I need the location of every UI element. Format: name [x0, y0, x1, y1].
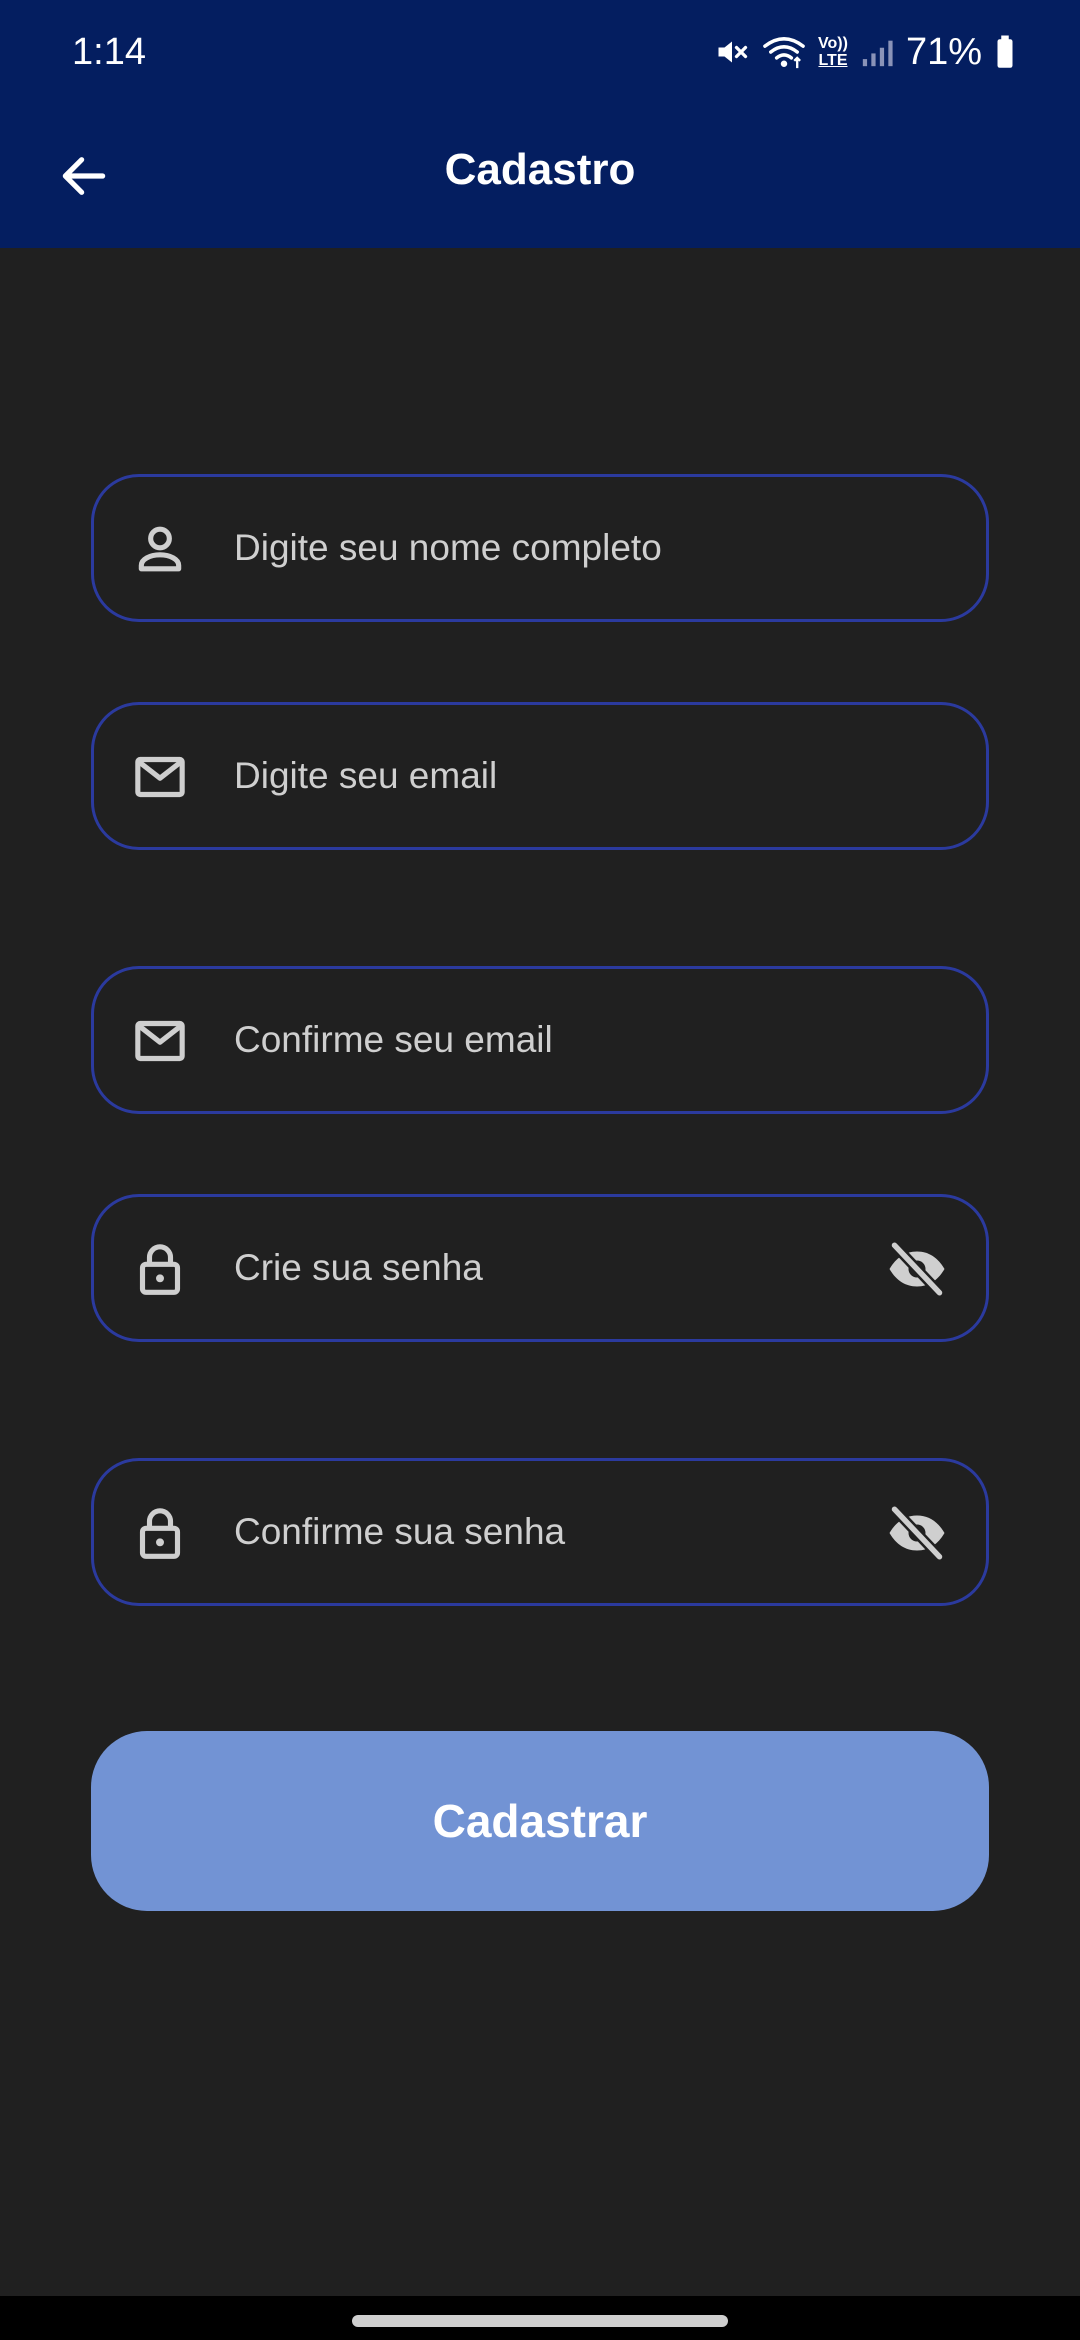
battery-icon — [997, 35, 1013, 68]
lock-icon — [139, 1244, 181, 1295]
app-header: Cadastro — [0, 104, 1080, 248]
status-time: 1:14 — [72, 31, 146, 73]
person-icon — [138, 526, 182, 572]
volte-label-top: Vo)) — [818, 35, 848, 52]
eye-off-icon[interactable] — [884, 1503, 950, 1563]
volte-label-bottom: LTE — [818, 52, 848, 69]
lock-icon — [139, 1508, 181, 1559]
email-input[interactable] — [234, 705, 876, 847]
volte-icon: Vo)) LTE — [818, 35, 848, 69]
email-field-container — [91, 702, 989, 850]
status-icons: Vo)) LTE 71% — [714, 26, 1016, 78]
mail-icon — [135, 1020, 185, 1062]
register-button[interactable]: Cadastrar — [91, 1731, 989, 1911]
page-title: Cadastro — [444, 145, 636, 194]
confirm-email-input[interactable] — [234, 969, 876, 1111]
password-confirm-field-container — [91, 1458, 989, 1606]
home-indicator[interactable] — [352, 2315, 728, 2327]
signal-icon — [862, 40, 893, 67]
mute-icon — [718, 41, 748, 63]
email-confirm-field-container — [91, 966, 989, 1114]
battery-percentage: 71% — [905, 31, 982, 73]
app-topbar: 1:14 Vo)) LTE 71% Cadastro — [0, 0, 1080, 248]
status-bar: 1:14 Vo)) LTE 71% — [0, 0, 1080, 104]
password-field-container — [91, 1194, 989, 1342]
eye-off-icon[interactable] — [884, 1239, 950, 1299]
confirm-password-input[interactable] — [234, 1461, 876, 1603]
full-name-input[interactable] — [234, 477, 876, 619]
mail-icon — [135, 756, 185, 798]
name-field-container — [91, 474, 989, 622]
create-password-input[interactable] — [234, 1197, 876, 1339]
wifi-icon — [763, 37, 805, 69]
